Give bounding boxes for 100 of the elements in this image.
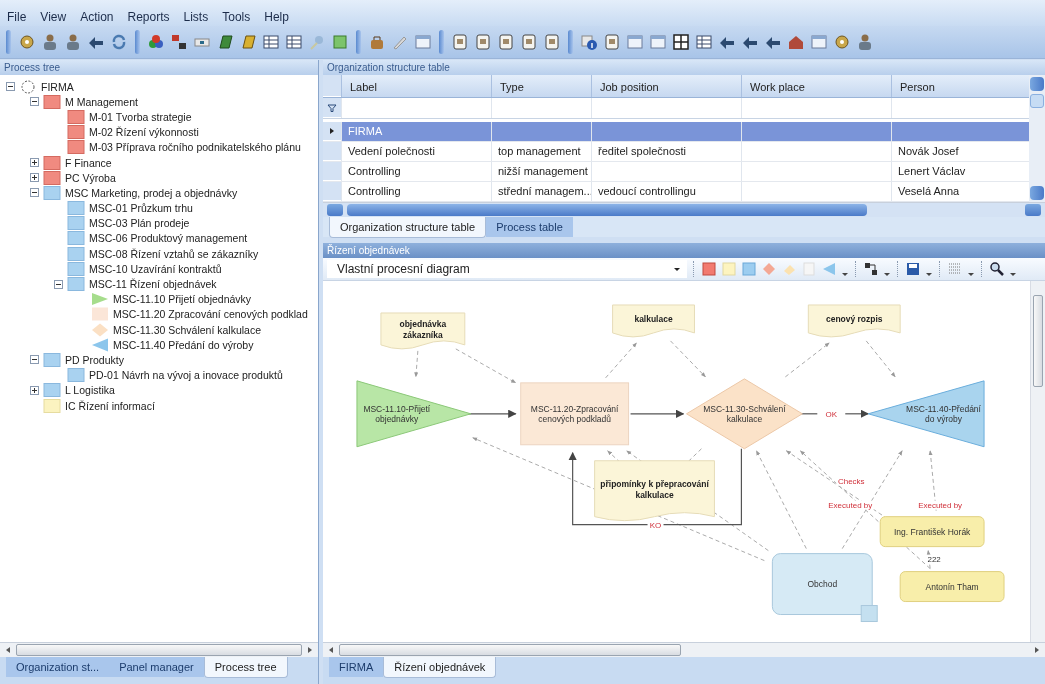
panel-tab[interactable]: Process table [486, 217, 573, 237]
expander-icon[interactable] [30, 385, 39, 395]
document-icon[interactable] [603, 33, 621, 51]
row-header[interactable] [323, 122, 341, 141]
refresh-icon[interactable] [110, 33, 128, 51]
scroll-right-button[interactable] [1025, 204, 1041, 216]
document-icon[interactable] [451, 33, 469, 51]
menu-item[interactable]: Action [79, 10, 115, 24]
toolbar-grip[interactable] [439, 30, 444, 54]
scroll-down-button[interactable] [1030, 186, 1044, 200]
column-header[interactable]: Person [891, 75, 1018, 97]
document-shape[interactable] [594, 460, 715, 522]
chevron-icon[interactable] [841, 270, 849, 278]
tree-item[interactable]: MSC-11.30 Schválení kalkulace [113, 323, 262, 336]
expander-icon[interactable] [30, 158, 39, 168]
menu-item[interactable]: View [39, 10, 68, 24]
table-icon[interactable] [262, 33, 280, 51]
toolbar-grip[interactable] [356, 30, 361, 54]
tree-item[interactable]: MSC-11 Řízení objednávek [89, 278, 217, 291]
tree-item[interactable]: FIRMA [41, 80, 74, 93]
column-header[interactable]: Type [491, 75, 591, 97]
square-icon[interactable] [701, 261, 717, 277]
arrow-right-icon[interactable] [1033, 646, 1041, 654]
scroll-left-button[interactable] [327, 204, 343, 216]
tree-item[interactable]: L Logistika [65, 384, 115, 397]
layout-icon[interactable] [863, 261, 879, 277]
filter-icon[interactable] [327, 102, 337, 113]
table-row[interactable]: Vedení polečnosti top management ředitel společnosti Novák Josef [323, 142, 1029, 162]
book-icon[interactable] [239, 33, 257, 51]
toolbar-grip[interactable] [135, 30, 140, 54]
tree-item[interactable]: M-02 Řízení výkonnosti [89, 126, 199, 139]
scrollbar[interactable] [323, 642, 1045, 657]
scroll-thumb[interactable] [339, 644, 681, 656]
expander-icon[interactable] [54, 279, 63, 289]
person-icon[interactable] [64, 33, 82, 51]
document-icon[interactable] [497, 33, 515, 51]
scrollbar[interactable] [1029, 75, 1045, 202]
person-icon[interactable] [856, 33, 874, 51]
scroll-thumb[interactable] [16, 644, 302, 656]
process-shape[interactable] [520, 382, 630, 446]
toolbar-grip[interactable] [6, 30, 11, 54]
gear-icon[interactable] [833, 33, 851, 51]
book-icon[interactable] [216, 33, 234, 51]
scrollbar[interactable] [0, 642, 318, 657]
menu-item[interactable]: Help [263, 10, 290, 24]
document-shape[interactable] [612, 304, 695, 338]
person-icon[interactable] [41, 33, 59, 51]
tree-item[interactable]: MSC-08 Řízení vztahů se zákazníky [89, 247, 259, 260]
expander-icon[interactable] [30, 188, 39, 198]
view-dropdown[interactable]: Vlastní procesní diagram [327, 260, 687, 278]
panel-tab[interactable]: Organization st... [6, 657, 110, 677]
tree-item[interactable]: MSC-01 Průzkum trhu [89, 202, 193, 215]
tree-item[interactable]: MSC-11.20 Zpracování cenových podklad [113, 308, 308, 321]
decision-shape[interactable] [686, 378, 803, 450]
chevron-icon[interactable] [925, 270, 933, 278]
expander-icon[interactable] [30, 97, 39, 107]
search-icon[interactable] [989, 261, 1005, 277]
expander-icon[interactable] [6, 82, 15, 92]
square-icon[interactable] [741, 261, 757, 277]
menu-item[interactable]: File [6, 10, 28, 24]
panel-tab[interactable]: Organization structure table [329, 217, 487, 238]
tree-item[interactable]: MSC-06 Produktový management [89, 232, 248, 245]
scroll-up-button[interactable] [1030, 77, 1044, 91]
menu-item[interactable]: Lists [182, 10, 210, 24]
document-shape[interactable] [380, 312, 466, 350]
start-shape[interactable] [356, 380, 472, 448]
nodes-icon[interactable] [170, 33, 188, 51]
tree-item[interactable]: M-03 Příprava ročního podnikatelského plánu [89, 141, 301, 154]
document-tab[interactable]: FIRMA [329, 657, 384, 677]
expander-icon[interactable] [30, 173, 39, 183]
tree-item[interactable]: IC Řízení informací [65, 399, 155, 412]
tree-item[interactable]: M-01 Tvorba strategie [89, 110, 192, 123]
circles-icon[interactable] [147, 33, 165, 51]
window-icon[interactable] [414, 33, 432, 51]
chevron-icon[interactable] [967, 270, 975, 278]
table-icon[interactable] [285, 33, 303, 51]
tree-item[interactable]: M Management [65, 95, 138, 108]
chevron-icon[interactable] [1009, 270, 1017, 278]
tree-item[interactable]: MSC-10 Uzavírání kontraktů [89, 262, 222, 275]
chevron-icon[interactable] [883, 270, 891, 278]
tree-item[interactable]: PD Produkty [65, 353, 124, 366]
scrollbar[interactable] [1030, 281, 1045, 642]
menu-item[interactable]: Tools [221, 10, 252, 24]
bag-icon[interactable] [368, 33, 386, 51]
table-icon[interactable] [695, 33, 713, 51]
arrow-left-icon[interactable] [4, 646, 12, 654]
document-tab[interactable]: Řízení objednávek [383, 657, 497, 678]
document-icon[interactable] [543, 33, 561, 51]
tree-item[interactable]: MSC-11.10 Přijetí objednávky [113, 293, 252, 306]
column-header[interactable]: Work place [741, 75, 891, 97]
save-icon[interactable] [905, 261, 921, 277]
toolbar-grip[interactable] [568, 30, 573, 54]
tree-item[interactable]: PC Výroba [65, 171, 116, 184]
tree-item[interactable]: MSC-03 Plán prodeje [89, 217, 190, 230]
grid-icon[interactable] [672, 33, 690, 51]
menu-item[interactable]: Reports [126, 10, 171, 24]
scroll-thumb[interactable] [347, 204, 867, 216]
window-icon[interactable] [810, 33, 828, 51]
scrollbar[interactable] [323, 202, 1045, 217]
info-icon[interactable] [580, 33, 598, 51]
